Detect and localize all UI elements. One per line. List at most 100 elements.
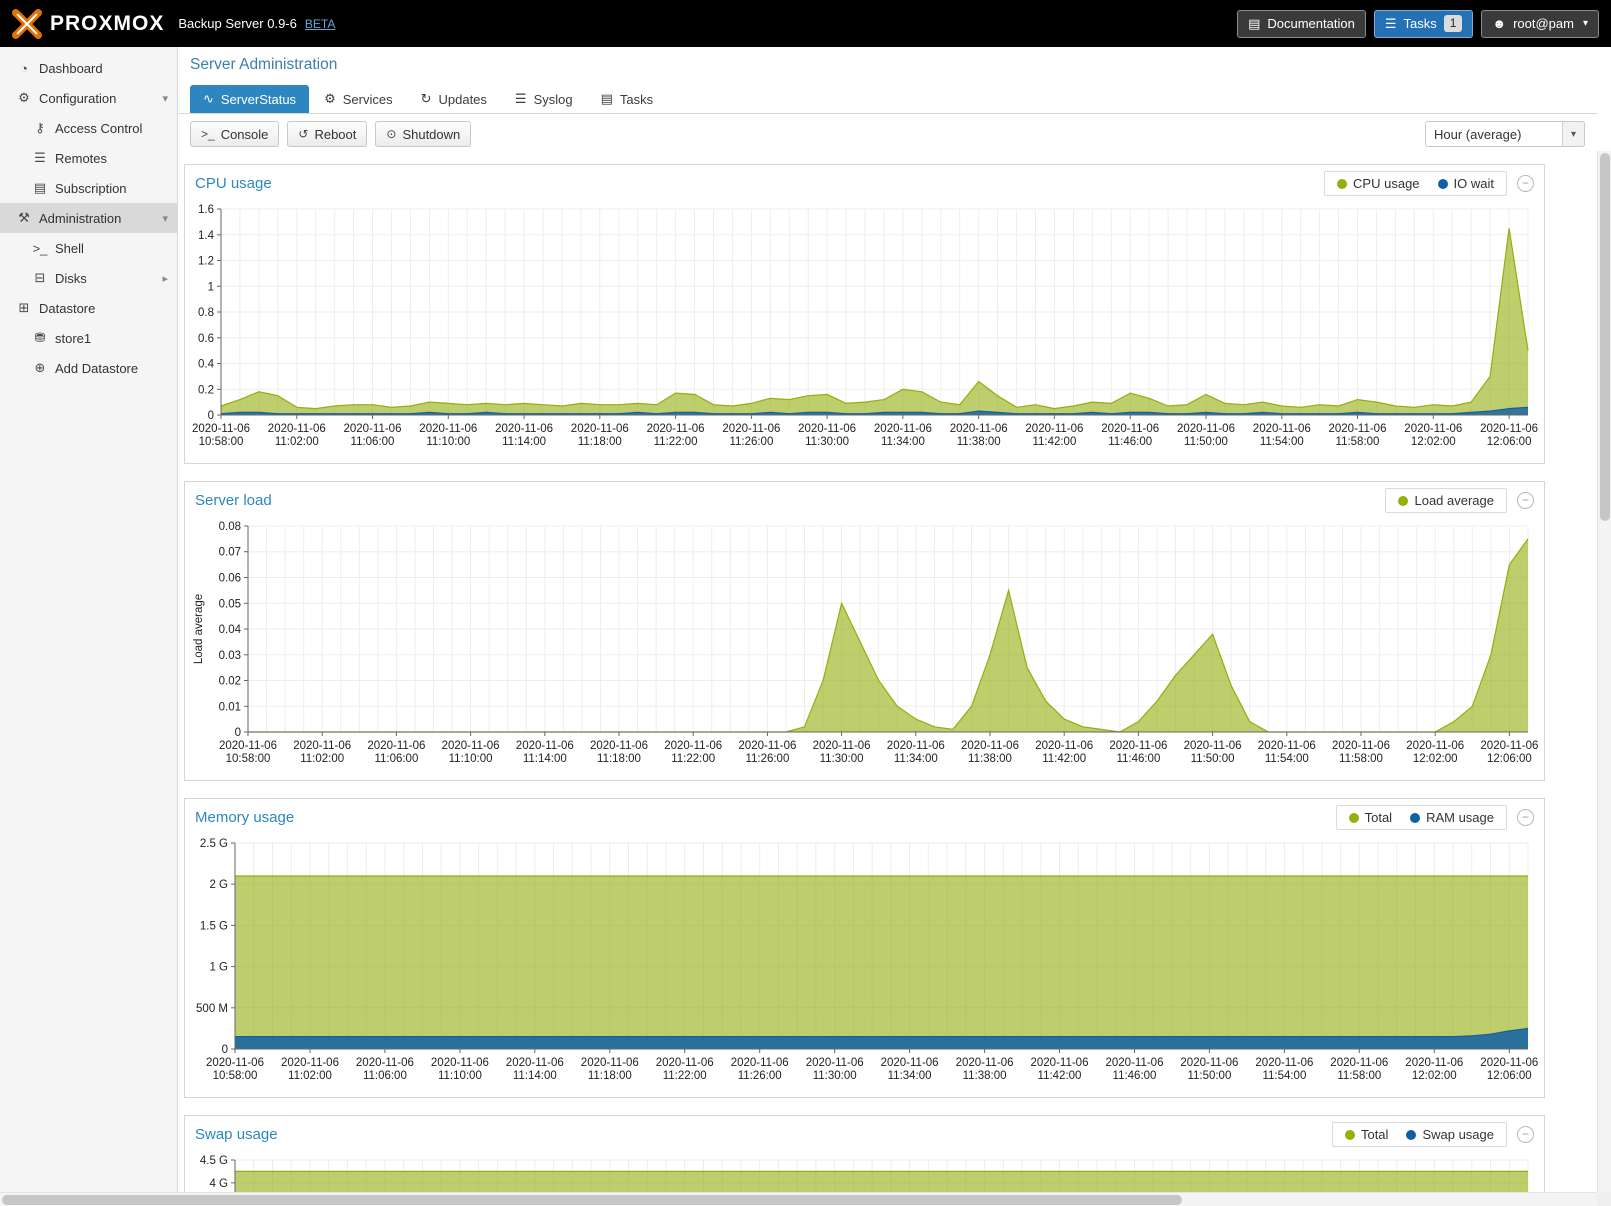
- svg-text:2020-11-06: 2020-11-06: [1253, 423, 1311, 435]
- svg-text:11:46:00: 11:46:00: [1108, 436, 1152, 448]
- svg-text:2020-11-06: 2020-11-06: [664, 740, 722, 752]
- tab-bar: ∿ServerStatus⚙Services↻Updates☰Syslog▤Ta…: [178, 81, 1597, 114]
- legend-label: Total: [1361, 1127, 1388, 1142]
- svg-text:10:58:00: 10:58:00: [199, 436, 244, 448]
- svg-text:2020-11-06: 2020-11-06: [1332, 740, 1390, 752]
- legend-item-io-wait[interactable]: IO wait: [1438, 176, 1494, 191]
- svg-text:1.6: 1.6: [198, 204, 214, 216]
- sidebar-item-shell[interactable]: >_Shell: [0, 233, 177, 263]
- main-content: Server Administration ∿ServerStatus⚙Serv…: [178, 47, 1597, 1192]
- disks-icon: ⊟: [30, 270, 50, 286]
- svg-text:2020-11-06: 2020-11-06: [206, 1057, 264, 1069]
- svg-text:2020-11-06: 2020-11-06: [1255, 1057, 1313, 1069]
- legend-item-ram-usage[interactable]: RAM usage: [1410, 810, 1494, 825]
- svg-text:2020-11-06: 2020-11-06: [956, 1057, 1014, 1069]
- sidebar-item-subscription[interactable]: ▤Subscription: [0, 173, 177, 203]
- shutdown-button[interactable]: ⊙Shutdown: [375, 121, 471, 147]
- svg-text:2020-11-06: 2020-11-06: [581, 1057, 639, 1069]
- user-menu-button[interactable]: ☻ root@pam ▾: [1481, 10, 1599, 38]
- product-version: Backup Server 0.9-6: [178, 16, 297, 31]
- console-button[interactable]: >_Console: [190, 121, 279, 147]
- reboot-button[interactable]: ↺Reboot: [287, 121, 367, 147]
- sidebar: ◔Dashboard⚙Configuration▾⚷Access Control…: [0, 47, 178, 1192]
- svg-text:0.8: 0.8: [198, 307, 214, 319]
- sidebar-item-configuration[interactable]: ⚙Configuration▾: [0, 83, 177, 113]
- svg-text:11:30:00: 11:30:00: [820, 753, 864, 765]
- tab-updates[interactable]: ↻Updates: [408, 85, 500, 113]
- svg-text:11:30:00: 11:30:00: [805, 436, 849, 448]
- svg-text:2020-11-06: 2020-11-06: [495, 423, 553, 435]
- tasks-button[interactable]: ☰ Tasks 1: [1374, 10, 1474, 38]
- svg-text:2020-11-06: 2020-11-06: [1177, 423, 1235, 435]
- svg-text:11:22:00: 11:22:00: [663, 1070, 707, 1082]
- svg-text:11:10:00: 11:10:00: [426, 436, 470, 448]
- svg-text:0: 0: [208, 410, 214, 422]
- svg-text:2020-11-06: 2020-11-06: [806, 1057, 864, 1069]
- tab-services[interactable]: ⚙Services: [311, 85, 406, 113]
- legend-item-cpu-usage[interactable]: CPU usage: [1337, 176, 1419, 191]
- svg-text:11:38:00: 11:38:00: [963, 1070, 1007, 1082]
- sidebar-item-label: Shell: [55, 241, 84, 256]
- button-label: Reboot: [314, 127, 356, 142]
- vertical-scrollbar-thumb[interactable]: [1600, 153, 1610, 521]
- toolbar: >_Console ↺Reboot ⊙Shutdown Hour (average)…: [178, 114, 1597, 154]
- chevron-down-icon: ▾: [1583, 18, 1588, 29]
- sidebar-item-remotes[interactable]: ☰Remotes: [0, 143, 177, 173]
- add-datastore-icon: ⊕: [30, 360, 50, 376]
- tab-tasks[interactable]: ▤Tasks: [588, 85, 667, 113]
- svg-text:0.2: 0.2: [198, 384, 214, 396]
- svg-text:12:02:00: 12:02:00: [1411, 436, 1456, 448]
- svg-text:0: 0: [222, 1044, 228, 1056]
- svg-text:11:26:00: 11:26:00: [729, 436, 773, 448]
- chart-server-load: 00.010.020.030.040.050.060.070.082020-11…: [189, 518, 1538, 774]
- horizontal-scrollbar-thumb[interactable]: [2, 1195, 1182, 1205]
- legend-item-total[interactable]: Total: [1349, 810, 1392, 825]
- horizontal-scrollbar[interactable]: [0, 1192, 1597, 1206]
- svg-text:2 G: 2 G: [209, 879, 228, 891]
- svg-text:1: 1: [208, 281, 214, 293]
- beta-link[interactable]: BETA: [305, 17, 335, 31]
- legend-item-total[interactable]: Total: [1345, 1127, 1388, 1142]
- proxmox-logo-icon: [12, 9, 42, 39]
- chart-legend: CPU usage IO wait: [1324, 171, 1507, 196]
- collapse-panel-button[interactable]: −: [1517, 175, 1534, 192]
- tab-label: ServerStatus: [221, 92, 296, 107]
- svg-text:11:02:00: 11:02:00: [275, 436, 319, 448]
- sidebar-item-label: Administration: [39, 211, 121, 226]
- legend-item-swap-usage[interactable]: Swap usage: [1406, 1127, 1494, 1142]
- sidebar-item-disks[interactable]: ⊟Disks▸: [0, 263, 177, 293]
- sidebar-item-label: Subscription: [55, 181, 127, 196]
- sidebar-item-add-datastore[interactable]: ⊕Add Datastore: [0, 353, 177, 383]
- svg-text:2020-11-06: 2020-11-06: [1025, 423, 1083, 435]
- legend-dot: [1410, 813, 1420, 823]
- tab-label: Syslog: [534, 92, 573, 107]
- collapse-panel-button[interactable]: −: [1517, 1126, 1534, 1143]
- svg-text:1 G: 1 G: [209, 962, 228, 974]
- legend-dot: [1337, 179, 1347, 189]
- collapse-panel-button[interactable]: −: [1517, 809, 1534, 826]
- svg-text:11:34:00: 11:34:00: [894, 753, 938, 765]
- tab-serverstatus[interactable]: ∿ServerStatus: [190, 85, 309, 113]
- vertical-scrollbar[interactable]: [1597, 151, 1611, 1192]
- collapse-panel-button[interactable]: −: [1517, 492, 1534, 509]
- sidebar-item-dashboard[interactable]: ◔Dashboard: [0, 53, 177, 83]
- svg-text:0.03: 0.03: [219, 650, 241, 662]
- timeframe-select[interactable]: Hour (average) ▾: [1425, 121, 1585, 147]
- legend-item-load-average[interactable]: Load average: [1398, 493, 1494, 508]
- sidebar-item-datastore[interactable]: ⊞Datastore: [0, 293, 177, 323]
- sidebar-item-administration[interactable]: ⚒Administration▾: [0, 203, 177, 233]
- svg-text:2020-11-06: 2020-11-06: [1480, 423, 1538, 435]
- sidebar-item-store1[interactable]: ⛃store1: [0, 323, 177, 353]
- svg-text:11:06:00: 11:06:00: [374, 753, 418, 765]
- svg-text:11:10:00: 11:10:00: [449, 753, 493, 765]
- svg-text:11:18:00: 11:18:00: [597, 753, 641, 765]
- chart-legend: Load average: [1385, 488, 1507, 513]
- svg-text:2020-11-06: 2020-11-06: [1405, 1057, 1463, 1069]
- svg-text:11:42:00: 11:42:00: [1038, 1070, 1082, 1082]
- svg-text:2020-11-06: 2020-11-06: [219, 740, 277, 752]
- documentation-button[interactable]: ▤ Documentation: [1237, 10, 1366, 38]
- sidebar-item-access-control[interactable]: ⚷Access Control: [0, 113, 177, 143]
- tab-syslog[interactable]: ☰Syslog: [502, 85, 586, 113]
- svg-text:2020-11-06: 2020-11-06: [813, 740, 871, 752]
- svg-text:2020-11-06: 2020-11-06: [516, 740, 574, 752]
